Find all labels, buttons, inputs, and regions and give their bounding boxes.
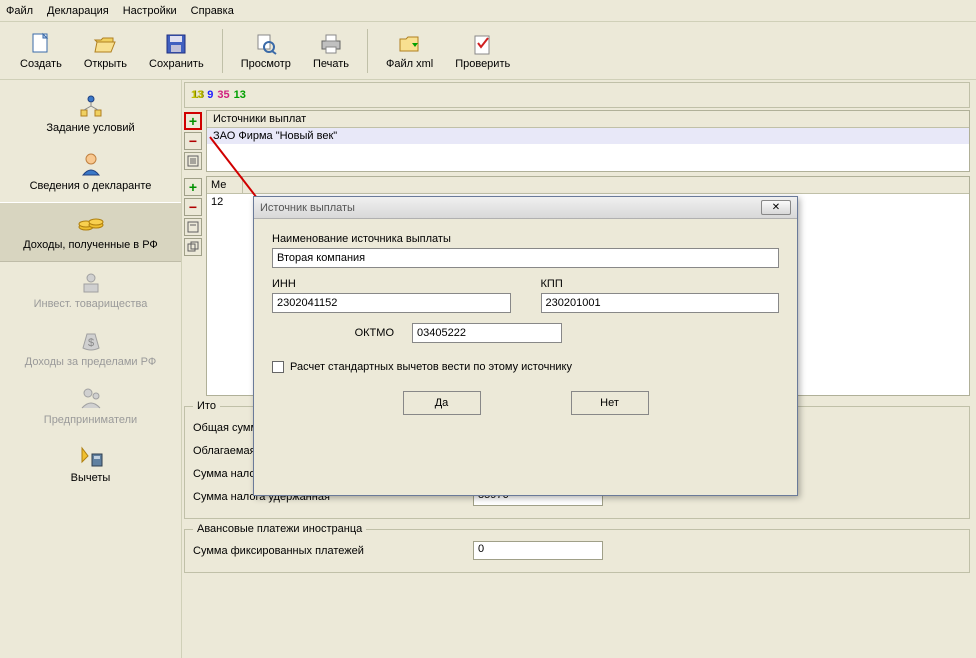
menu-file[interactable]: Файл	[6, 5, 33, 17]
print-button[interactable]: Печать	[305, 30, 357, 72]
dialog-body: Наименование источника выплаты ИНН КПП О…	[254, 219, 797, 425]
menu-help[interactable]: Справка	[191, 5, 234, 17]
coins-icon	[75, 209, 107, 237]
inn-label: ИНН	[272, 278, 511, 290]
rate-13-a[interactable]: 13	[191, 89, 203, 101]
menu-declaration[interactable]: Декларация	[47, 5, 109, 17]
nav-deduct-label: Вычеты	[71, 472, 111, 484]
advance-legend: Авансовые платежи иностранца	[193, 523, 366, 535]
fixed-payments-value: 0	[473, 541, 603, 560]
payment-source-dialog: Источник выплаты ✕ Наименование источник…	[253, 196, 798, 496]
nav-conditions-label: Задание условий	[46, 122, 134, 134]
rate-35[interactable]: 35	[217, 89, 229, 101]
check-button[interactable]: Проверить	[447, 30, 518, 72]
new-label: Создать	[20, 58, 62, 70]
preview-label: Просмотр	[241, 58, 291, 70]
sources-buttons: + −	[184, 110, 206, 172]
moneybag-icon: $	[75, 326, 107, 354]
toolbar-separator	[222, 29, 223, 73]
check-icon	[471, 32, 495, 56]
print-icon	[319, 32, 343, 56]
save-icon	[164, 32, 188, 56]
edit-source-button[interactable]	[184, 152, 202, 170]
new-button[interactable]: Создать	[12, 30, 70, 72]
invest-icon	[75, 268, 107, 296]
nav-income-rf[interactable]: Доходы, полученные в РФ	[0, 202, 181, 262]
income-table-header: Ме	[207, 177, 969, 194]
inn-input[interactable]	[272, 293, 511, 313]
oktmo-input[interactable]	[412, 323, 562, 343]
menu-settings[interactable]: Настройки	[123, 5, 177, 17]
toolbar: Создать Открыть Сохранить Просмотр Печат…	[0, 22, 976, 80]
repeat-income-button[interactable]	[184, 238, 202, 256]
source-name-input[interactable]	[272, 248, 779, 268]
new-file-icon	[29, 32, 53, 56]
save-label: Сохранить	[149, 58, 204, 70]
toolbar-separator-2	[367, 29, 368, 73]
add-source-button[interactable]: +	[184, 112, 202, 130]
dialog-close-button[interactable]: ✕	[761, 200, 791, 215]
advance-fieldset: Авансовые платежи иностранца Сумма фикси…	[184, 523, 970, 573]
dialog-titlebar[interactable]: Источник выплаты ✕	[254, 197, 797, 219]
income-buttons: + −	[184, 176, 206, 396]
sources-section: + − Источники выплат ЗАО Фирма "Новый ве…	[184, 110, 970, 172]
svg-text:$: $	[87, 337, 93, 349]
entrepreneur-icon	[75, 384, 107, 412]
open-label: Открыть	[84, 58, 127, 70]
folder-open-icon	[93, 32, 117, 56]
left-nav: Задание условий Сведения о декларанте До…	[0, 80, 182, 658]
edit-income-button[interactable]	[184, 218, 202, 236]
deduction-icon	[75, 442, 107, 470]
nav-conditions[interactable]: Задание условий	[0, 86, 181, 144]
preview-icon	[254, 32, 278, 56]
kpp-input[interactable]	[541, 293, 780, 313]
sources-list[interactable]: Источники выплат ЗАО Фирма "Новый век"	[206, 110, 970, 172]
fixed-payments-label: Сумма фиксированных платежей	[193, 545, 473, 557]
nav-invest-label: Инвест. товарищества	[34, 298, 148, 310]
tree-icon	[75, 92, 107, 120]
check-label: Проверить	[455, 58, 510, 70]
nav-entre-label: Предприниматели	[44, 414, 137, 426]
rate-13-b[interactable]: 13	[234, 89, 246, 101]
nav-abroad-label: Доходы за пределами РФ	[25, 356, 156, 368]
preview-button[interactable]: Просмотр	[233, 30, 299, 72]
month-cell: 12	[207, 194, 243, 210]
person-icon	[75, 150, 107, 178]
nav-income-label: Доходы, полученные в РФ	[23, 239, 158, 251]
totals-legend: Ито	[193, 400, 220, 412]
dialog-no-button[interactable]: Нет	[571, 391, 649, 415]
rate-9[interactable]: 9	[207, 89, 213, 101]
xml-label: Файл xml	[386, 58, 433, 70]
std-deduct-checkbox[interactable]	[272, 361, 284, 373]
month-col-header: Ме	[207, 177, 243, 193]
remove-source-button[interactable]: −	[184, 132, 202, 150]
save-button[interactable]: Сохранить	[141, 30, 212, 72]
source-row[interactable]: ЗАО Фирма "Новый век"	[207, 128, 969, 144]
menu-bar: Файл Декларация Настройки Справка	[0, 0, 976, 22]
dialog-yes-button[interactable]: Да	[403, 391, 481, 415]
std-deduct-label: Расчет стандартных вычетов вести по этом…	[290, 361, 572, 373]
xml-button[interactable]: Файл xml	[378, 30, 441, 72]
nav-declarant-label: Сведения о декларанте	[30, 180, 152, 192]
open-button[interactable]: Открыть	[76, 30, 135, 72]
xml-icon	[398, 32, 422, 56]
nav-invest[interactable]: Инвест. товарищества	[0, 262, 181, 320]
nav-entrepreneur[interactable]: Предприниматели	[0, 378, 181, 436]
nav-declarant[interactable]: Сведения о декларанте	[0, 144, 181, 202]
dialog-title: Источник выплаты	[260, 202, 761, 214]
nav-deductions[interactable]: Вычеты	[0, 436, 181, 494]
rate-tabs: 13 9 35 13	[184, 82, 970, 108]
nav-abroad[interactable]: $ Доходы за пределами РФ	[0, 320, 181, 378]
add-income-button[interactable]: +	[184, 178, 202, 196]
kpp-label: КПП	[541, 278, 780, 290]
print-label: Печать	[313, 58, 349, 70]
source-name-label: Наименование источника выплаты	[272, 233, 779, 245]
remove-income-button[interactable]: −	[184, 198, 202, 216]
oktmo-label: ОКТМО	[272, 327, 402, 339]
sources-header: Источники выплат	[207, 111, 969, 128]
